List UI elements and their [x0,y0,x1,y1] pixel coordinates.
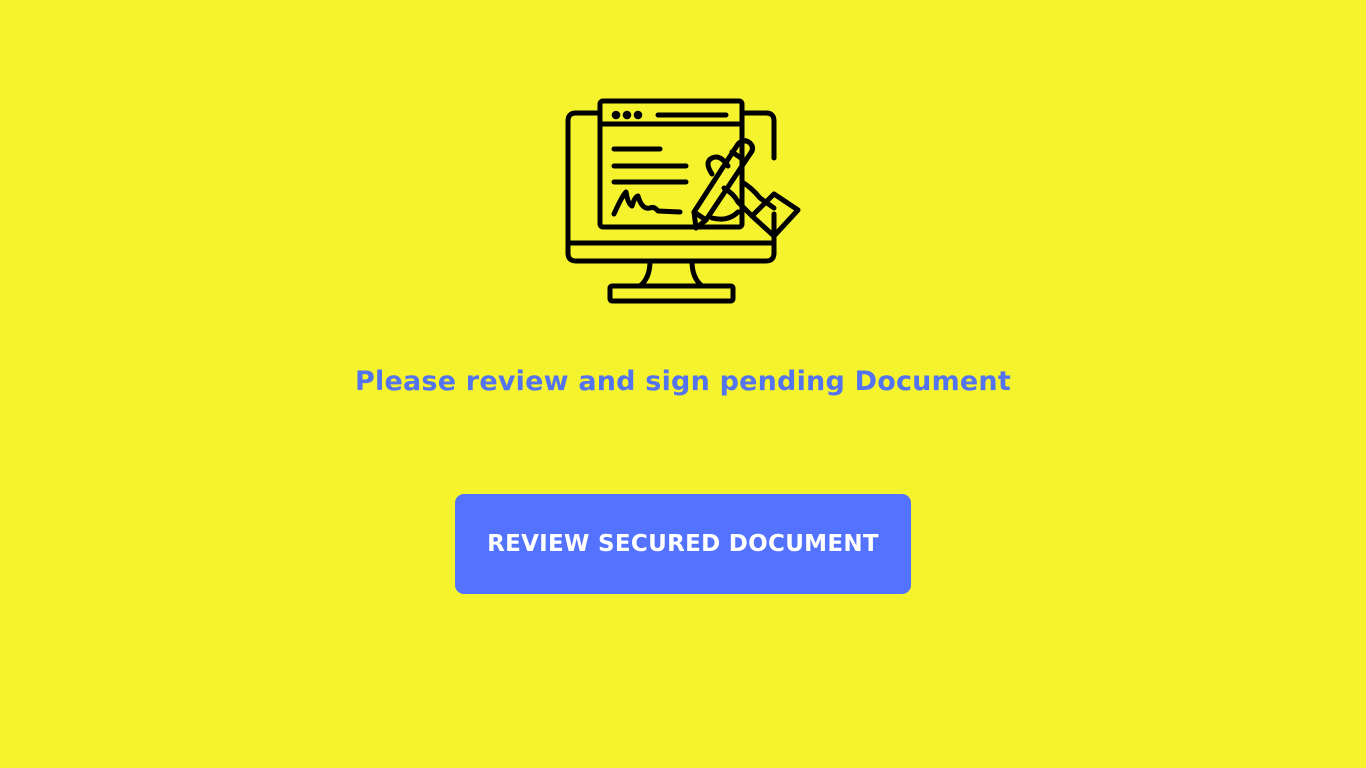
review-secured-document-button[interactable]: REVIEW SECURED DOCUMENT [455,494,911,594]
pending-document-message: Please review and sign pending Document [355,366,1011,397]
monitor-document-signature-icon [562,96,804,308]
page: Please review and sign pending Document … [0,0,1366,768]
